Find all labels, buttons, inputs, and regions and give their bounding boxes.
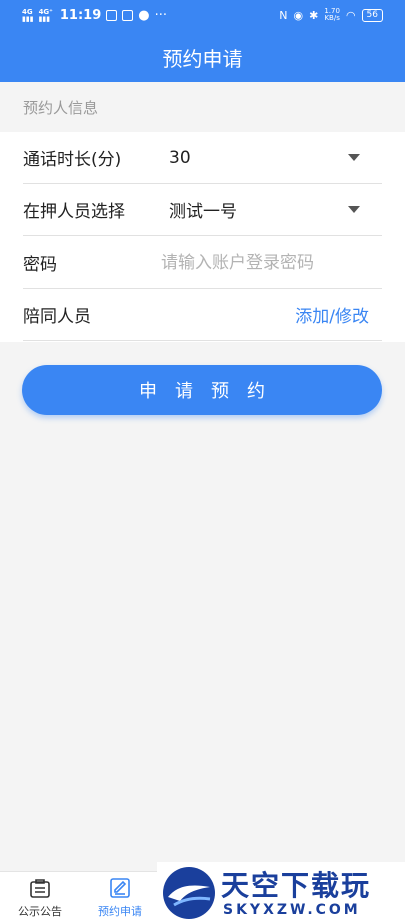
detainee-select[interactable]: 在押人员选择 测试一号 [23, 184, 382, 236]
duration-select[interactable]: 通话时长(分) 30 [23, 132, 382, 184]
chat-notification-icon: ● [138, 8, 150, 23]
location-icon: ◉ [293, 8, 304, 22]
signal-indicator-2: 4G⁺ ▮▮▮ [38, 7, 53, 23]
status-time: 11:19 [59, 8, 102, 23]
password-input[interactable] [161, 249, 361, 277]
nfc-icon: N [279, 8, 288, 22]
watermark-logo-icon [163, 867, 215, 919]
detainee-label: 在押人员选择 [23, 202, 125, 222]
watermark-url: SKYXZW.COM [223, 902, 361, 918]
book-notification-icon [122, 10, 134, 21]
tab-booking-label: 预约申请 [98, 905, 142, 918]
status-bar: 4G ▮▮▮ 4G⁺ ▮▮▮ 11:19 ● ··· N ◉ ✱ 1.70 KB/s … [0, 0, 405, 32]
signal-indicator-1: 4G ▮▮▮ [22, 7, 34, 23]
companion-row: 陪同人员 添加/修改 [23, 289, 382, 341]
companion-label: 陪同人员 [23, 307, 91, 327]
watermark: 天空下载玩 SKYXZW.COM [157, 862, 405, 923]
battery-indicator: 56 [361, 8, 383, 22]
bluetooth-icon: ✱ [309, 8, 319, 22]
wifi-icon: ◠ [345, 8, 356, 22]
notice-board-icon [30, 879, 50, 898]
password-label: 密码 [23, 255, 57, 275]
more-notifications-icon: ··· [154, 8, 168, 23]
duration-label: 通话时长(分) [23, 150, 122, 170]
tab-notice-label: 公示公告 [18, 905, 62, 918]
dropdown-arrow-icon [348, 206, 360, 213]
section-label: 预约人信息 [23, 99, 99, 117]
tab-notice[interactable]: 公示公告 [0, 876, 80, 922]
network-speed: 1.70 KB/s [324, 7, 340, 22]
password-row: 密码 [23, 237, 382, 289]
detainee-value: 测试一号 [169, 202, 237, 222]
submit-booking-button[interactable]: 申请预约 [22, 365, 382, 415]
app-header: 预约申请 [0, 32, 405, 82]
app-notification-icon [106, 10, 118, 21]
edit-form-icon [110, 878, 130, 898]
booking-form: 通话时长(分) 30 在押人员选择 测试一号 密码 陪同人员 添加/修改 [0, 132, 405, 342]
tab-booking[interactable]: 预约申请 [80, 876, 160, 922]
add-edit-companion-link[interactable]: 添加/修改 [295, 302, 369, 327]
dropdown-arrow-icon [348, 154, 360, 161]
watermark-brand: 天空下载玩 [221, 869, 372, 902]
page-title: 预约申请 [162, 46, 243, 71]
duration-value: 30 [169, 147, 191, 168]
